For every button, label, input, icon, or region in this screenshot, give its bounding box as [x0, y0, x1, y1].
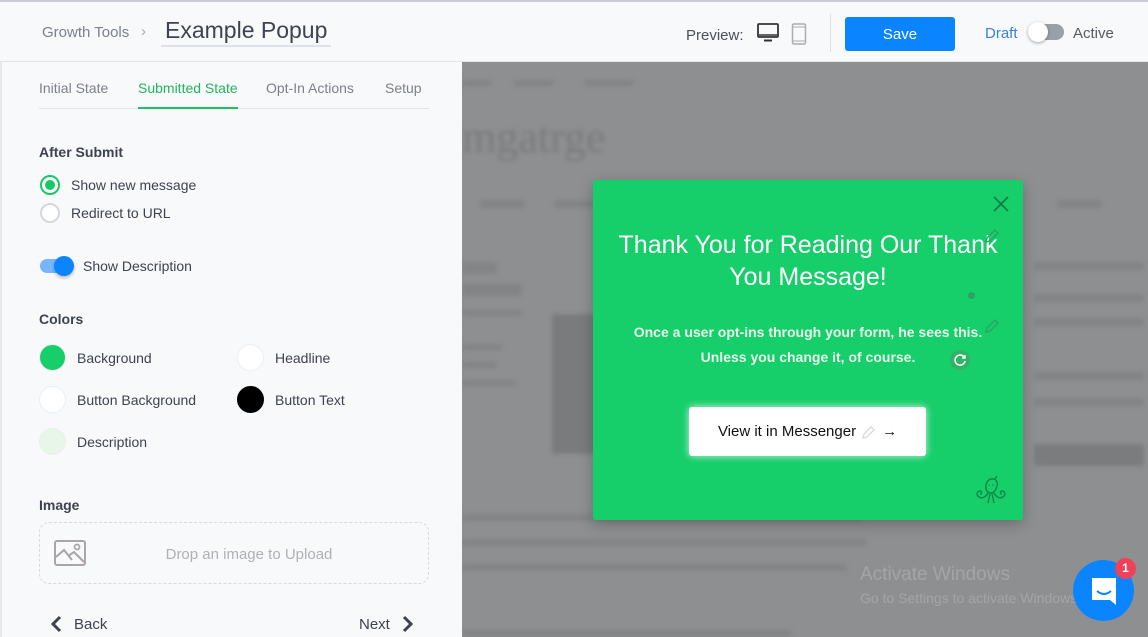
color-label-description: Description: [77, 434, 148, 450]
show-description-toggle[interactable]: [40, 256, 74, 276]
color-label-button-text: Button Text: [275, 392, 345, 408]
blurred-menu-item: [480, 200, 525, 208]
breadcrumb-separator-icon: ›: [141, 23, 146, 40]
color-swatch-description[interactable]: [39, 428, 66, 455]
popup-headline[interactable]: Thank You for Reading Our Thank You Mess…: [613, 229, 1003, 293]
radio-redirect-to-url[interactable]: [40, 203, 60, 223]
view-in-messenger-button[interactable]: View it in Messenger →: [689, 407, 926, 456]
tab-bar: Initial State Submitted State Opt-In Act…: [39, 80, 429, 109]
activate-windows-title: Activate Windows: [860, 564, 1010, 585]
back-label: Back: [74, 615, 108, 633]
blurred-sidebar-text: [1034, 294, 1144, 302]
blurred-menu-item: [1057, 200, 1102, 208]
tab-setup[interactable]: Setup: [385, 80, 422, 109]
chat-notification-badge: 1: [1115, 558, 1136, 579]
edit-headline-pencil-icon[interactable]: [984, 228, 1000, 244]
color-swatch-button-text[interactable]: [237, 386, 264, 413]
activate-windows-subtitle: Go to Settings to activate Windows.: [860, 590, 1081, 606]
blurred-heading: [462, 284, 522, 296]
color-label-button-background: Button Background: [77, 392, 197, 408]
close-icon[interactable]: [993, 196, 1009, 212]
top-header: Growth Tools › Preview: Save Draft Activ…: [0, 0, 1148, 62]
show-description-toggle-knob: [54, 256, 74, 276]
mobile-icon[interactable]: [791, 23, 807, 45]
status-toggle[interactable]: [1028, 22, 1064, 42]
radio-show-new-message[interactable]: [40, 175, 60, 195]
image-title: Image: [39, 497, 80, 513]
blurred-sidebar-text: [1034, 318, 1144, 326]
save-button[interactable]: Save: [845, 17, 955, 51]
blurred-sidebar-button: [1034, 444, 1144, 466]
blurred-menu-item: [554, 200, 594, 208]
back-button[interactable]: Back: [50, 615, 107, 633]
tab-submitted-state[interactable]: Submitted State: [138, 80, 238, 109]
radio-label-redirect-to-url: Redirect to URL: [71, 205, 171, 221]
chevron-right-icon: [402, 615, 413, 633]
color-swatch-button-background[interactable]: [39, 386, 66, 413]
colors-title: Colors: [39, 311, 84, 327]
desktop-icon[interactable]: [757, 23, 779, 43]
popup-title-input[interactable]: [161, 16, 331, 47]
cta-label: View it in Messenger: [717, 423, 857, 440]
radio-label-show-new-message: Show new message: [71, 177, 197, 193]
breadcrumb-growth-tools[interactable]: Growth Tools: [42, 24, 129, 41]
next-label: Next: [359, 615, 390, 633]
preview-label: Preview:: [686, 27, 744, 44]
color-label-background: Background: [77, 350, 152, 366]
blurred-nav-text: [514, 80, 554, 86]
color-swatch-background[interactable]: [39, 344, 66, 371]
header-divider: [830, 14, 831, 52]
blurred-text: [462, 362, 497, 368]
image-dropzone[interactable]: Drop an image to Upload: [39, 522, 429, 584]
blurred-sidebar-text: [1034, 372, 1144, 380]
refresh-icon[interactable]: [950, 350, 970, 370]
show-description-label: Show Description: [83, 258, 192, 274]
drag-handle-dot[interactable]: [968, 292, 975, 299]
popup-description[interactable]: Once a user opt-ins through your form, h…: [623, 320, 993, 370]
blurred-nav-text: [584, 80, 634, 86]
status-toggle-knob: [1028, 22, 1048, 42]
arrow-right-icon: →: [882, 423, 898, 440]
draft-label: Draft: [985, 25, 1018, 42]
blurred-sidebar-text: [1034, 262, 1144, 270]
color-label-headline: Headline: [275, 350, 331, 366]
blurred-paragraph-line: [462, 539, 867, 546]
tab-initial-state[interactable]: Initial State: [39, 80, 108, 109]
settings-sidebar: Initial State Submitted State Opt-In Act…: [0, 62, 462, 637]
next-button[interactable]: Next: [359, 615, 414, 633]
blurred-sidebar-text: [1034, 398, 1144, 406]
after-submit-title: After Submit: [39, 144, 123, 160]
blurred-nav-text: [462, 80, 492, 86]
chat-bubble-icon: [1092, 578, 1116, 605]
active-label: Active: [1073, 25, 1114, 42]
dropzone-text: Drop an image to Upload: [165, 546, 333, 563]
color-swatch-headline[interactable]: [237, 344, 264, 371]
manychat-logo-icon: [976, 475, 1006, 504]
blurred-heading: [462, 262, 497, 274]
popup-preview-area: mgatrge Thank You for Reading Our Thank …: [462, 62, 1148, 637]
blurred-paragraph-line: [462, 630, 792, 637]
blurred-text: [462, 344, 502, 350]
blurred-text: [462, 310, 522, 316]
chevron-left-icon: [50, 615, 62, 633]
tab-opt-in-actions[interactable]: Opt-In Actions: [266, 80, 354, 109]
popup-card: Thank You for Reading Our Thank You Mess…: [593, 180, 1023, 520]
edit-button-pencil-icon[interactable]: [862, 425, 876, 439]
blurred-paragraph-line: [462, 564, 847, 571]
blurred-site-logo: mgatrge: [462, 113, 606, 162]
blurred-text: [462, 380, 517, 386]
